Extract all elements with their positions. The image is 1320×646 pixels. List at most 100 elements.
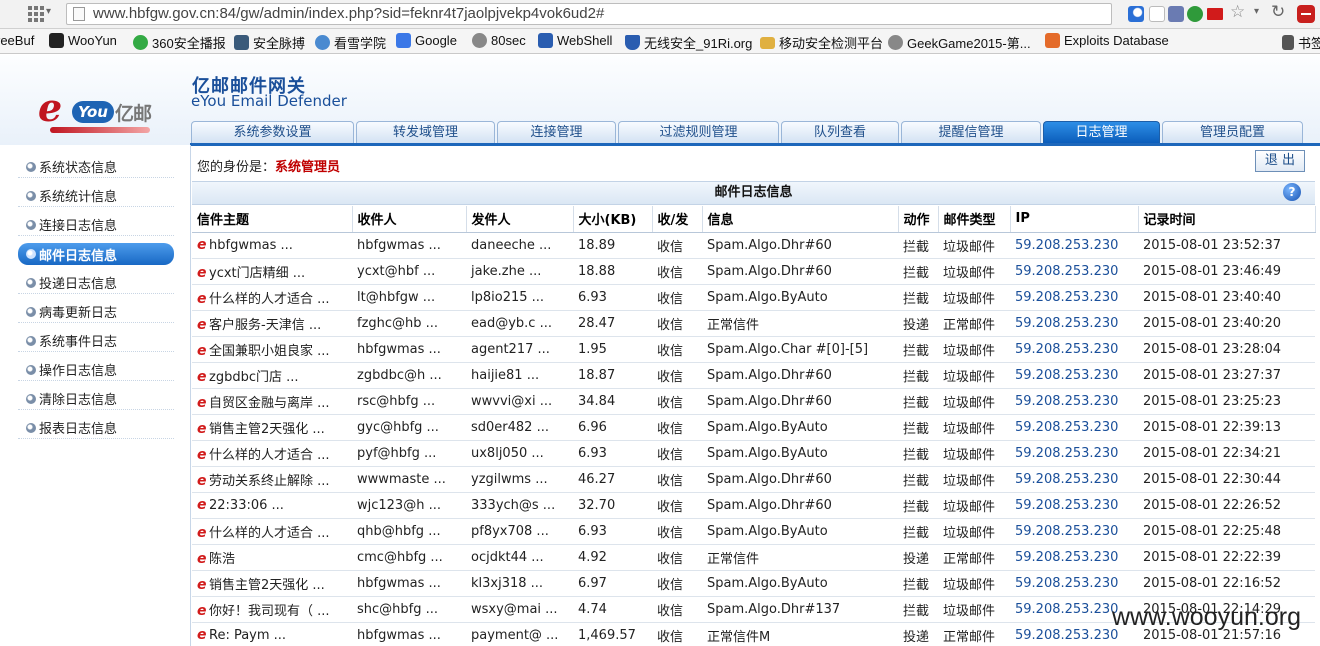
adblock-icon[interactable] [1297, 5, 1315, 23]
mail-subject-cell[interactable]: e 22:33:06 ... [192, 492, 352, 519]
bookmark-star-icon[interactable]: ☆ [1230, 2, 1245, 22]
table-row[interactable]: e zgbdbc门店 ... zgbdbc@h ... haijie81 ... 18.… [192, 362, 1315, 389]
mail-subject-cell[interactable]: e 什么样的人才适合 ... [192, 284, 352, 311]
pen-extension-icon[interactable] [1149, 6, 1165, 22]
bookmark-google[interactable]: Google [396, 33, 457, 48]
bookmark-80sec[interactable]: 80sec [472, 33, 526, 48]
mail-e-icon: e [197, 627, 207, 643]
help-icon[interactable]: ? [1283, 183, 1301, 201]
mail-e-icon: e [197, 264, 207, 281]
sidebar-item-system-event-log[interactable]: 系统事件日志 [18, 330, 174, 352]
x-extension-icon[interactable] [1187, 6, 1203, 22]
mail-subject-cell[interactable]: e 什么样的人才适合 ... [192, 440, 352, 467]
column-header[interactable]: 信件主题 [192, 206, 353, 233]
table-row[interactable]: e 客户服务-天津信 ... fzghc@hb ... ead@yb.c ... 28.… [192, 310, 1315, 337]
table-row[interactable]: e 销售主管2天强化 ... gyc@hbfg ... sd0er482 ... 6.9… [192, 414, 1315, 441]
dropdown-chevron-icon[interactable]: ▾ [1254, 6, 1259, 17]
mail-subject-cell[interactable]: e zgbdbc门店 ... [192, 362, 352, 389]
page-icon [73, 7, 85, 21]
sidebar-item-system-status[interactable]: 系统状态信息 [18, 156, 174, 178]
mail-subject-cell[interactable]: e 自贸区金融与离岸 ... [192, 388, 352, 415]
table-row[interactable]: e ycxt门店精细 ... ycxt@hbf ... jake.zhe ... 18.… [192, 258, 1315, 285]
column-header[interactable]: 信息 [702, 206, 899, 233]
column-header[interactable]: 记录时间 [1138, 206, 1316, 233]
sidebar-item-report-log[interactable]: 报表日志信息 [18, 417, 174, 439]
mail-subject-cell[interactable]: e 什么样的人才适合 ... [192, 518, 352, 545]
mail-subject-cell[interactable]: e 销售主管2天强化 ... [192, 414, 352, 441]
recipient-cell: lt@hbfgw ... [352, 284, 466, 311]
table-row[interactable]: e 什么样的人才适合 ... pyf@hbfg ... ux8lj050 ... 6.9… [192, 440, 1315, 467]
size-cell: 6.93 [573, 284, 652, 311]
tab-queue[interactable]: 队列查看 [781, 121, 899, 143]
mail-subject-cell[interactable]: e 你好！我司现有（ ... [192, 596, 352, 623]
tab-connection[interactable]: 连接管理 [497, 121, 616, 143]
sidebar-item-clear-log[interactable]: 清除日志信息 [18, 388, 174, 410]
flag-extension-icon[interactable] [1207, 8, 1223, 20]
column-header[interactable]: 大小(KB) [573, 206, 653, 233]
table-row[interactable]: e 销售主管2天强化 ... hbfgwmas ... kl3xj318 ... 6.9… [192, 570, 1315, 597]
sidebar-item-virus-update-log[interactable]: 病毒更新日志 [18, 301, 174, 323]
table-row[interactable]: e 22:33:06 ... wjc123@h ... 333ych@s ... 32.… [192, 492, 1315, 519]
table-row[interactable]: e 什么样的人才适合 ... qhb@hbfg ... pf8yx708 ... 6.9… [192, 518, 1315, 545]
tab-system-params[interactable]: 系统参数设置 [191, 121, 354, 143]
mail-subject-cell[interactable]: e ycxt门店精细 ... [192, 258, 352, 285]
mail-subject-cell[interactable]: e hbfgwmas ... [192, 232, 352, 259]
mail-subject-cell[interactable]: e Re: Paym ... [192, 622, 352, 646]
reload-icon[interactable]: ↻ [1271, 2, 1285, 22]
column-header[interactable]: IP [1010, 206, 1139, 233]
url-text[interactable]: www.hbfgw.gov.cn:84/gw/admin/index.php?s… [93, 5, 604, 22]
tab-reminder[interactable]: 提醒信管理 [901, 121, 1041, 143]
bookmark-freebuf[interactable]: reeBuf [0, 33, 34, 48]
chevron-down-icon[interactable]: ▾ [46, 6, 51, 17]
bookmark-kanxue[interactable]: 看雪学院 [315, 33, 386, 52]
php-extension-icon[interactable] [1168, 6, 1184, 22]
table-row[interactable]: e hbfgwmas ... hbfgwmas ... daneeche ... 18.… [192, 232, 1315, 259]
mail-e-icon: e [197, 446, 207, 463]
sidebar-item-operation-log[interactable]: 操作日志信息 [18, 359, 174, 381]
column-header[interactable]: 邮件类型 [938, 206, 1011, 233]
table-row[interactable]: e 劳动关系终止解除 ... wwwmaste ... yzgilwms ... 46.… [192, 466, 1315, 493]
bookmark-exploit-db[interactable]: Exploits Database [1045, 33, 1169, 48]
bookmark-mobile-security[interactable]: 移动安全检测平台 [760, 33, 883, 52]
bookmark-webshell[interactable]: WebShell [538, 33, 612, 48]
bookmark-geekgame[interactable]: GeekGame2015-第... [888, 33, 1031, 52]
mail-subject-cell[interactable]: e 劳动关系终止解除 ... [192, 466, 352, 493]
column-header[interactable]: 收/发 [652, 206, 703, 233]
brand-subtitle: eYou Email Defender [191, 92, 347, 110]
column-header[interactable]: 动作 [898, 206, 939, 233]
mail-subject-cell[interactable]: e 全国兼职小姐良家 ... [192, 336, 352, 363]
tab-log-management[interactable]: 日志管理 [1043, 121, 1160, 143]
bookmark-anquanmaibo[interactable]: 安全脉搏 [234, 33, 305, 52]
timestamp-cell: 2015-08-01 22:22:39 [1138, 544, 1315, 571]
sidebar-item-connection-log[interactable]: 连接日志信息 [18, 214, 174, 236]
mail-subject-cell[interactable]: e 客户服务-天津信 ... [192, 310, 352, 337]
sidebar-item-mail-log[interactable]: 邮件日志信息 [18, 243, 174, 265]
moon-extension-icon[interactable] [1128, 6, 1144, 22]
tab-filter-rules[interactable]: 过滤规则管理 [618, 121, 779, 143]
action-cell: 拦截 [898, 440, 938, 467]
column-header[interactable]: 收件人 [352, 206, 467, 233]
direction-cell: 收信 [652, 336, 702, 363]
bookmark-wooyun[interactable]: WooYun [49, 33, 117, 48]
table-row[interactable]: e 什么样的人才适合 ... lt@hbfgw ... lp8io215 ... 6.9… [192, 284, 1315, 311]
tab-relay-domain[interactable]: 转发域管理 [356, 121, 495, 143]
mail-type-cell: 垃圾邮件 [938, 336, 1010, 363]
bookmark-360[interactable]: 360安全播报 [133, 33, 226, 52]
column-header[interactable]: 发件人 [466, 206, 574, 233]
mail-subject-cell[interactable]: e 陈浩 [192, 544, 352, 571]
table-row[interactable]: e 陈浩 cmc@hbfg ... ocjdkt44 ... 4.92 收信 正常信件 投递正… [192, 544, 1315, 571]
tab-admin-config[interactable]: 管理员配置 [1162, 121, 1303, 143]
apps-grid-icon[interactable] [28, 6, 44, 22]
table-row[interactable]: e 全国兼职小姐良家 ... hbfgwmas ... agent217 ... 1.9… [192, 336, 1315, 363]
bookmark-other[interactable]: 书签 [1282, 33, 1320, 52]
logout-button[interactable]: 退 出 [1255, 150, 1305, 172]
size-cell: 6.93 [573, 440, 652, 467]
sender-cell: jake.zhe ... [466, 258, 573, 285]
bookmark-91ri[interactable]: 无线安全_91Ri.org [625, 33, 752, 52]
address-bar[interactable]: www.hbfgw.gov.cn:84/gw/admin/index.php?s… [66, 3, 1112, 25]
sidebar-item-delivery-log[interactable]: 投递日志信息 [18, 272, 174, 294]
sidebar-item-system-stats[interactable]: 系统统计信息 [18, 185, 174, 207]
table-row[interactable]: e 自贸区金融与离岸 ... rsc@hbfg ... wwvvi@xi ... 34.… [192, 388, 1315, 415]
action-cell: 拦截 [898, 388, 938, 415]
mail-subject-cell[interactable]: e 销售主管2天强化 ... [192, 570, 352, 597]
